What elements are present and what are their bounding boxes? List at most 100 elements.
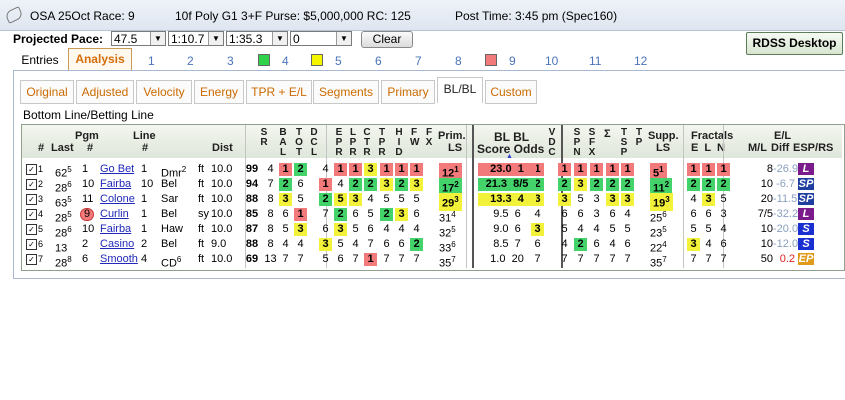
tab-analysis[interactable]: Analysis <box>68 48 132 71</box>
nn-cell: 7 <box>720 253 727 265</box>
lpr-cell: 5 <box>337 238 344 250</box>
tab-race-12[interactable]: 12 <box>634 54 647 68</box>
surface: ft <box>198 178 205 190</box>
l-cell: 4 <box>705 238 712 250</box>
row-number: 1 <box>38 164 44 174</box>
horse-name-link[interactable]: Smooth <box>100 253 138 266</box>
row-checkbox[interactable]: ✓ <box>26 224 37 235</box>
tot-cell: 3 <box>279 193 292 206</box>
tab-original[interactable]: Original <box>20 80 74 104</box>
col-dist: Dist <box>212 142 233 154</box>
horse-name-link[interactable]: Curlin <box>100 208 129 221</box>
tab-race-5[interactable]: 5 <box>335 54 342 68</box>
pace-select-2[interactable]: 1:10.7 ▼ <box>168 31 224 46</box>
tsp-cell: 2 <box>606 178 619 191</box>
row-checkbox[interactable]: ✓ <box>26 164 37 175</box>
horse-name-link[interactable]: Fairba <box>100 178 131 191</box>
program-number: 11 <box>82 193 94 205</box>
esp-rs-badge: L <box>798 208 814 220</box>
tab-race-10[interactable]: 10 <box>545 54 558 68</box>
fw-cell: 2 <box>395 178 408 191</box>
sfx-cell: 7 <box>577 253 584 265</box>
bl-score-odds-cell: 9.5 6 <box>493 208 521 220</box>
tab-race-6[interactable]: 6 <box>375 54 382 68</box>
tsp-cell: 1 <box>606 163 619 176</box>
tab-blbl[interactable]: BL/BL <box>437 77 483 103</box>
tpr-cell: 1 <box>364 253 377 266</box>
esp-rs-badge: EP <box>798 253 814 265</box>
el-diff: -6.7 <box>776 178 795 190</box>
tot-cell: 2 <box>279 178 292 191</box>
col-fx: F X <box>425 127 433 148</box>
row-checkbox[interactable]: ✓ <box>26 194 37 205</box>
sig-cell: 4 <box>593 223 600 235</box>
tab-race-1[interactable]: 1 <box>148 54 155 68</box>
distance: 10.0 <box>211 163 233 175</box>
distance: 10.0 <box>211 208 233 220</box>
tsp-cell: 4 <box>609 238 616 250</box>
epr-cell: 5 <box>322 253 329 265</box>
tab-race-4[interactable]: 4 <box>282 54 289 68</box>
bl-score-odds-cell: 23.0 1 <box>478 163 536 176</box>
red-square-icon <box>485 54 497 66</box>
horse-name-link[interactable]: Fairba <box>100 223 131 236</box>
tsp-cell: 6 <box>609 208 616 220</box>
pace-value-2: 1:10.7 <box>171 32 205 46</box>
tab-entries[interactable]: Entries <box>14 50 66 70</box>
tab-adjusted[interactable]: Adjusted <box>76 80 134 104</box>
esp-rs-badge: S <box>798 238 814 250</box>
spn-cell: 6 <box>561 208 568 220</box>
pace-select-1[interactable]: 47.5 ▼ <box>111 31 166 46</box>
tp-cell: 1 <box>621 163 634 176</box>
esp-rs-badge: SP <box>798 178 814 190</box>
horse-name-link[interactable]: Casino <box>100 238 134 251</box>
col-spn: S P N <box>573 127 581 158</box>
hid-cell: 3 <box>380 178 393 191</box>
tab-tpr-el[interactable]: TPR + E/L <box>246 80 312 104</box>
pace-select-4[interactable]: 0 ▼ <box>290 31 352 46</box>
tp-cell: 7 <box>624 253 631 265</box>
spn-cell: 5 <box>561 223 568 235</box>
col-num: # <box>38 142 45 154</box>
rdss-desktop-button[interactable]: RDSS Desktop <box>746 32 843 55</box>
row-number: 5 <box>38 224 44 234</box>
tab-velocity[interactable]: Velocity <box>136 80 192 104</box>
l-cell: 6 <box>705 208 712 220</box>
col-ctr: C T R <box>363 127 371 158</box>
bal-cell: 13 <box>264 253 277 265</box>
fw-cell: 7 <box>398 253 405 265</box>
pace-select-3[interactable]: 1:35.3 ▼ <box>226 31 288 46</box>
horse-name-link[interactable]: Go Bet <box>100 163 134 176</box>
sig-cell: 2 <box>590 178 603 191</box>
row-checkbox[interactable]: ✓ <box>26 209 37 220</box>
tab-custom[interactable]: Custom <box>485 80 537 104</box>
row-checkbox[interactable]: ✓ <box>26 239 37 250</box>
sig-cell: 3 <box>593 208 600 220</box>
row-checkbox[interactable]: ✓ <box>26 254 37 265</box>
tab-race-8[interactable]: 8 <box>455 54 462 68</box>
tab-energy[interactable]: Energy <box>194 80 244 104</box>
tab-race-7[interactable]: 7 <box>415 54 422 68</box>
row-checkbox[interactable]: ✓ <box>26 179 37 190</box>
ctr-cell: 3 <box>349 193 362 206</box>
program-number: 10 <box>82 178 95 190</box>
tab-race-11[interactable]: 11 <box>589 54 601 68</box>
clear-button[interactable]: Clear <box>361 31 413 48</box>
nn-cell: 1 <box>717 163 730 176</box>
nn-cell: 2 <box>717 178 730 191</box>
tab-race-3[interactable]: 3 <box>227 54 234 68</box>
horse-name-link[interactable]: Colone <box>100 193 135 206</box>
fx-cell: 6 <box>413 208 420 220</box>
lpr-cell: 6 <box>337 253 344 265</box>
tab-segments[interactable]: Segments <box>313 80 379 104</box>
sfx-cell: 5 <box>577 193 584 205</box>
tab-primary[interactable]: Primary <box>381 80 435 104</box>
tab-race-2[interactable]: 2 <box>187 54 194 68</box>
chevron-down-icon: ▼ <box>150 32 165 45</box>
hid-cell: 2 <box>380 208 393 221</box>
tab-race-9[interactable]: 9 <box>509 54 516 68</box>
tp-cell: 2 <box>621 178 634 191</box>
sort-arrow-icon[interactable]: ▲ <box>506 153 513 160</box>
ctr-cell: 1 <box>349 163 362 176</box>
morning-line: 7/5 <box>757 208 773 220</box>
